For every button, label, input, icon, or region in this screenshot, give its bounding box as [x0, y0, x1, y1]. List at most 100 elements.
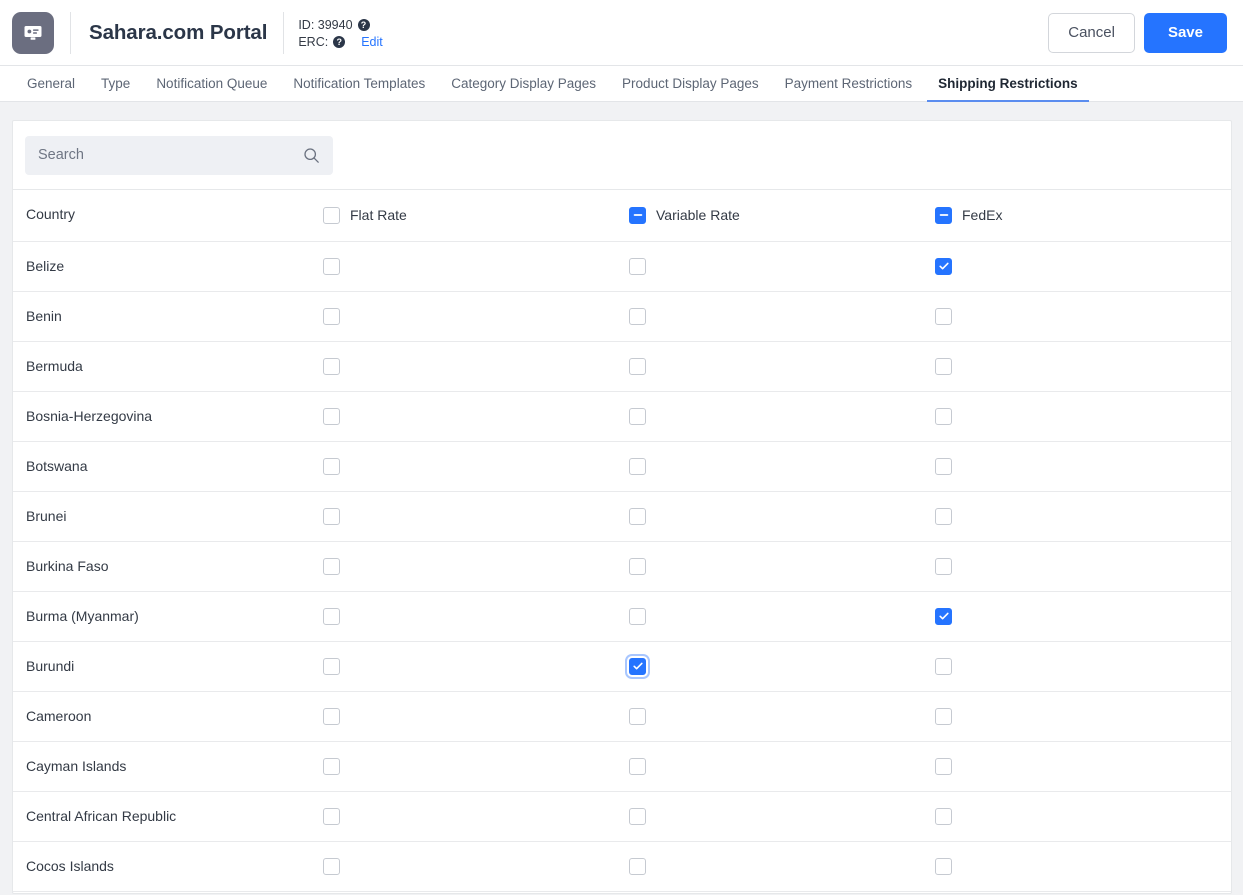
checkbox-variable-rate[interactable]	[629, 857, 646, 875]
checkbox-variable-rate[interactable]	[629, 457, 646, 475]
checkbox-wrapper	[935, 807, 1231, 825]
checkbox-fedex[interactable]	[935, 707, 952, 725]
select-all-checkbox-fedex[interactable]	[935, 206, 952, 224]
tab-category-display-pages[interactable]: Category Display Pages	[438, 66, 609, 101]
checkbox-variable-rate[interactable]	[629, 807, 646, 825]
country-name-cell: Bermuda	[26, 358, 83, 374]
save-button[interactable]: Save	[1143, 12, 1227, 53]
country-name-cell: Bosnia-Herzegovina	[26, 408, 153, 424]
tab-product-display-pages[interactable]: Product Display Pages	[609, 66, 772, 101]
tab-label: Category Display Pages	[451, 76, 597, 91]
checkbox-variable-rate[interactable]	[629, 407, 646, 425]
cell-fedex	[935, 241, 1231, 291]
tab-payment-restrictions[interactable]: Payment Restrictions	[772, 66, 926, 101]
checkbox-wrapper	[629, 407, 935, 425]
checkbox-fedex[interactable]	[935, 857, 952, 875]
table-row: Central African Republic	[13, 791, 1231, 841]
cell-fedex	[935, 291, 1231, 341]
cell-fedex	[935, 341, 1231, 391]
checkbox-fedex[interactable]	[935, 357, 952, 375]
tab-shipping-restrictions[interactable]: Shipping Restrictions	[925, 66, 1091, 102]
checkbox-flat-rate[interactable]	[323, 807, 340, 825]
table-row: Cayman Islands	[13, 741, 1231, 791]
tab-type[interactable]: Type	[88, 66, 143, 101]
table-row: Benin	[13, 291, 1231, 341]
header-divider-1	[70, 11, 71, 54]
table-row: Cocos Islands	[13, 841, 1231, 891]
select-all-checkbox-variable-rate[interactable]	[629, 206, 646, 224]
cell-fedex	[935, 391, 1231, 441]
portal-monitor-icon[interactable]	[12, 11, 54, 54]
checkbox-variable-rate[interactable]	[629, 557, 646, 575]
checkbox-wrapper	[323, 857, 629, 875]
checkbox-flat-rate[interactable]	[323, 307, 340, 325]
cell-variable-rate	[629, 691, 935, 741]
record-meta: ID: 39940 ? ERC: ? Edit	[298, 17, 382, 49]
search-icon[interactable]	[303, 147, 320, 164]
checkbox-variable-rate[interactable]	[629, 507, 646, 525]
checkbox-fedex[interactable]	[935, 807, 952, 825]
checkbox-fedex[interactable]	[935, 607, 952, 625]
page-title: Sahara.com Portal	[89, 20, 268, 44]
cell-fedex	[935, 791, 1231, 841]
help-icon[interactable]: ?	[357, 18, 370, 31]
checkbox-variable-rate[interactable]	[629, 757, 646, 775]
checkbox-fedex[interactable]	[935, 557, 952, 575]
checkbox-flat-rate[interactable]	[323, 657, 340, 675]
checkbox-flat-rate[interactable]	[323, 757, 340, 775]
checkbox-flat-rate[interactable]	[323, 557, 340, 575]
column-header-label: Flat Rate	[350, 207, 407, 224]
page-body: Country Flat Rate Variable Rate FedEx Beliz…	[0, 102, 1243, 894]
country-name-cell: Central African Republic	[26, 808, 177, 824]
checkbox-variable-rate[interactable]	[629, 707, 646, 725]
cell-variable-rate	[629, 291, 935, 341]
search-input[interactable]	[38, 147, 303, 163]
country-name-cell: Brunei	[26, 508, 67, 524]
search-box[interactable]	[25, 135, 333, 175]
checkbox-flat-rate[interactable]	[323, 257, 340, 275]
checkbox-wrapper	[629, 357, 935, 375]
record-id-label: ID: 39940	[298, 17, 353, 32]
country-name-cell: Cocos Islands	[26, 858, 114, 874]
checkbox-wrapper	[323, 507, 629, 525]
checkbox-flat-rate[interactable]	[323, 357, 340, 375]
country-name-cell: Cayman Islands	[26, 758, 127, 774]
tab-general[interactable]: General	[14, 66, 88, 101]
checkbox-fedex[interactable]	[935, 307, 952, 325]
checkbox-fedex[interactable]	[935, 407, 952, 425]
cell-variable-rate	[629, 791, 935, 841]
tab-notification-queue[interactable]: Notification Queue	[143, 66, 280, 101]
cell-fedex	[935, 841, 1231, 891]
checkbox-fedex[interactable]	[935, 507, 952, 525]
cell-fedex	[935, 691, 1231, 741]
header-divider-2	[283, 11, 285, 54]
tab-label: Notification Templates	[293, 76, 426, 91]
tab-notification-templates[interactable]: Notification Templates	[280, 66, 438, 101]
checkbox-flat-rate[interactable]	[323, 607, 340, 625]
checkbox-fedex[interactable]	[935, 257, 952, 275]
checkbox-flat-rate[interactable]	[323, 407, 340, 425]
cell-flat-rate	[323, 691, 629, 741]
checkbox-variable-rate[interactable]	[629, 657, 646, 675]
checkbox-wrapper	[629, 857, 935, 875]
checkbox-flat-rate[interactable]	[323, 857, 340, 875]
cell-flat-rate	[323, 341, 629, 391]
checkbox-fedex[interactable]	[935, 757, 952, 775]
checkbox-wrapper	[935, 307, 1231, 325]
checkbox-variable-rate[interactable]	[629, 357, 646, 375]
checkbox-fedex[interactable]	[935, 457, 952, 475]
edit-link[interactable]: Edit	[361, 35, 383, 49]
checkbox-wrapper	[935, 857, 1231, 875]
checkbox-flat-rate[interactable]	[323, 457, 340, 475]
select-all-checkbox-flat-rate[interactable]	[323, 206, 340, 224]
checkbox-variable-rate[interactable]	[629, 307, 646, 325]
checkbox-variable-rate[interactable]	[629, 607, 646, 625]
cancel-button[interactable]: Cancel	[1048, 12, 1135, 53]
checkbox-wrapper	[935, 357, 1231, 375]
tab-label: Shipping Restrictions	[938, 76, 1078, 91]
checkbox-flat-rate[interactable]	[323, 507, 340, 525]
checkbox-fedex[interactable]	[935, 657, 952, 675]
help-icon[interactable]: ?	[333, 35, 346, 48]
checkbox-variable-rate[interactable]	[629, 257, 646, 275]
checkbox-flat-rate[interactable]	[323, 707, 340, 725]
